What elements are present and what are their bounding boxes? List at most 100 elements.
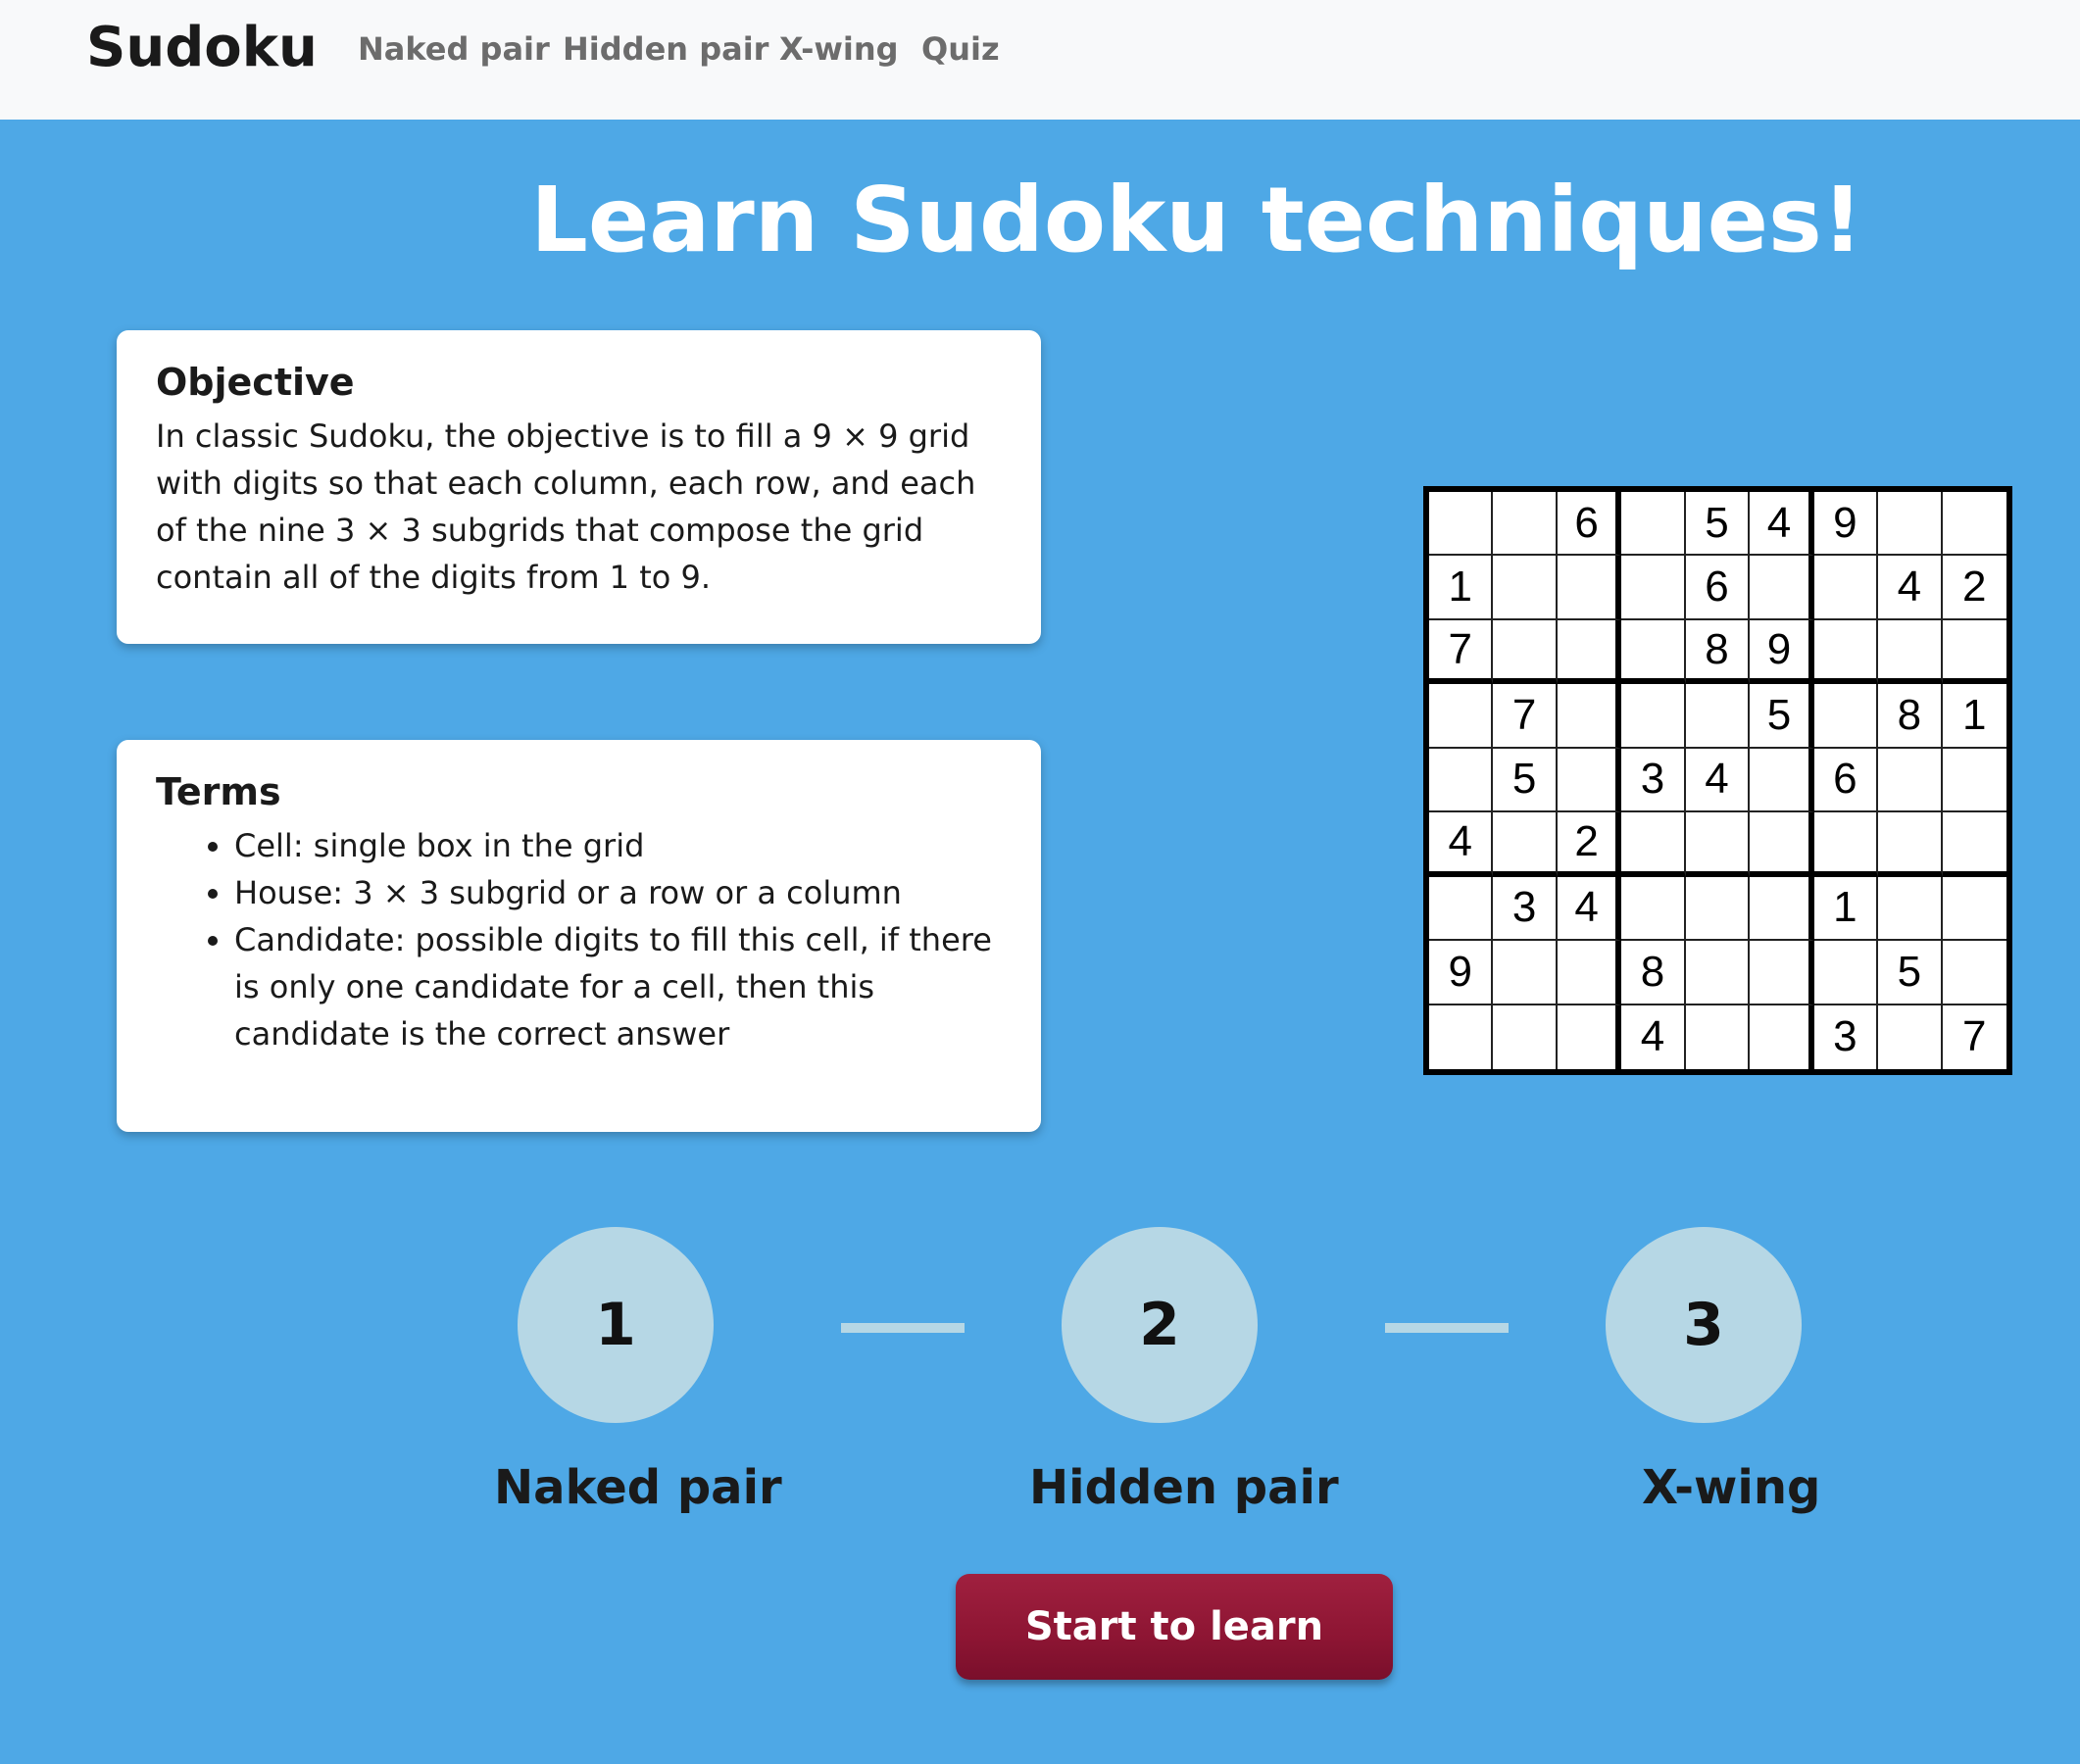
sudoku-cell[interactable] <box>1429 1004 1494 1069</box>
sudoku-cell[interactable] <box>1750 556 1814 620</box>
sudoku-cell[interactable]: 6 <box>1813 748 1879 813</box>
sudoku-cell[interactable]: 5 <box>1750 684 1814 749</box>
objective-card: Objective In classic Sudoku, the objecti… <box>117 330 1041 644</box>
sudoku-cell[interactable]: 8 <box>1621 941 1686 1005</box>
sudoku-cell[interactable] <box>1621 492 1686 557</box>
sudoku-cell[interactable] <box>1942 749 2006 813</box>
sudoku-cell[interactable] <box>1942 941 2006 1005</box>
terms-title: Terms <box>156 770 281 813</box>
sudoku-cell[interactable]: 9 <box>1429 941 1494 1005</box>
sudoku-cell[interactable] <box>1750 1004 1814 1069</box>
sudoku-cell[interactable]: 5 <box>1493 748 1558 813</box>
step-connector <box>1385 1323 1509 1333</box>
step-1-label: Naked pair <box>494 1460 782 1515</box>
brand-logo[interactable]: Sudoku <box>86 14 318 82</box>
sudoku-cell[interactable] <box>1557 748 1622 813</box>
sudoku-cell[interactable]: 2 <box>1557 812 1622 877</box>
sudoku-cell[interactable] <box>1429 748 1494 813</box>
sudoku-cell[interactable]: 7 <box>1943 1005 2006 1069</box>
sudoku-cell[interactable] <box>1557 684 1622 749</box>
sudoku-cell[interactable]: 4 <box>1685 748 1751 813</box>
sudoku-cell[interactable] <box>1685 812 1751 877</box>
sudoku-cell[interactable] <box>1558 1004 1622 1069</box>
sudoku-cell[interactable]: 4 <box>1750 492 1814 557</box>
sudoku-cell[interactable] <box>1557 556 1622 620</box>
step-2-label: Hidden pair <box>1029 1460 1339 1515</box>
nav-link-hidden-pair[interactable]: Hidden pair <box>563 29 768 69</box>
sudoku-cell[interactable] <box>1878 812 1943 877</box>
sudoku-cell[interactable] <box>1878 876 1943 942</box>
objective-text: In classic Sudoku, the objective is to f… <box>156 417 976 596</box>
step-3-circle[interactable]: 3 <box>1606 1227 1802 1423</box>
nav-link-x-wing[interactable]: X-wing <box>779 29 899 69</box>
sudoku-cell[interactable]: 7 <box>1429 619 1494 685</box>
sudoku-cell[interactable] <box>1942 620 2006 685</box>
sudoku-cell[interactable]: 5 <box>1878 941 1943 1005</box>
sudoku-cell[interactable] <box>1621 812 1686 877</box>
sudoku-cell[interactable]: 8 <box>1685 619 1751 685</box>
sudoku-cell[interactable] <box>1942 492 2006 557</box>
start-to-learn-button[interactable]: Start to learn <box>956 1574 1393 1680</box>
sudoku-cell[interactable] <box>1685 941 1751 1005</box>
step-2-circle[interactable]: 2 <box>1062 1227 1258 1423</box>
sudoku-cell[interactable] <box>1429 876 1494 942</box>
sudoku-cell[interactable] <box>1750 812 1814 877</box>
sudoku-cell[interactable] <box>1429 492 1494 557</box>
sudoku-cell[interactable] <box>1878 619 1943 685</box>
sudoku-cell[interactable]: 4 <box>1878 556 1943 620</box>
sudoku-cell[interactable]: 1 <box>1942 684 2006 749</box>
sudoku-cell[interactable] <box>1878 492 1943 557</box>
sudoku-cell[interactable]: 8 <box>1878 684 1943 749</box>
sudoku-cell[interactable] <box>1493 941 1558 1005</box>
sudoku-cell[interactable]: 4 <box>1429 812 1494 877</box>
sudoku-cell[interactable] <box>1493 812 1558 877</box>
sudoku-cell[interactable] <box>1750 941 1814 1005</box>
sudoku-cell[interactable]: 3 <box>1814 1004 1879 1069</box>
sudoku-cell[interactable]: 2 <box>1942 556 2006 620</box>
top-navbar: Sudoku Naked pair Hidden pair X-wing Qui… <box>0 0 2080 120</box>
sudoku-cell[interactable]: 6 <box>1685 556 1751 620</box>
sudoku-cell[interactable] <box>1750 876 1814 942</box>
sudoku-cell[interactable] <box>1685 684 1751 749</box>
sudoku-cell[interactable]: 1 <box>1813 876 1879 942</box>
sudoku-cell[interactable] <box>1813 812 1879 877</box>
term-item-cell: Cell: single box in the grid <box>234 822 1002 869</box>
sudoku-cell[interactable]: 3 <box>1493 876 1558 942</box>
sudoku-cell[interactable] <box>1813 941 1879 1005</box>
sudoku-cell[interactable] <box>1813 684 1879 749</box>
sudoku-cell[interactable] <box>1942 812 2006 877</box>
sudoku-cell[interactable] <box>1493 556 1558 620</box>
sudoku-cell[interactable]: 3 <box>1621 748 1686 813</box>
sudoku-cell[interactable] <box>1557 619 1622 685</box>
sudoku-cell[interactable] <box>1557 941 1622 1005</box>
sudoku-cell[interactable]: 6 <box>1557 492 1622 557</box>
sudoku-cell[interactable] <box>1621 876 1686 942</box>
sudoku-cell[interactable] <box>1942 877 2006 942</box>
sudoku-cell[interactable] <box>1750 748 1814 813</box>
sudoku-cell[interactable] <box>1878 1004 1943 1069</box>
nav-link-naked-pair[interactable]: Naked pair <box>358 29 550 69</box>
sudoku-cell[interactable]: 9 <box>1813 492 1879 557</box>
sudoku-cell[interactable] <box>1878 748 1943 813</box>
sudoku-cell[interactable] <box>1813 619 1879 685</box>
sudoku-cell[interactable]: 1 <box>1429 556 1494 620</box>
step-connector <box>841 1323 965 1333</box>
step-1-circle[interactable]: 1 <box>518 1227 714 1423</box>
step-3-label: X-wing <box>1642 1460 1821 1515</box>
sudoku-cell[interactable] <box>1621 684 1686 749</box>
sudoku-cell[interactable]: 4 <box>1621 1004 1686 1069</box>
sudoku-cell[interactable] <box>1493 492 1558 557</box>
sudoku-cell[interactable] <box>1493 1004 1558 1069</box>
sudoku-cell[interactable] <box>1429 684 1494 749</box>
nav-link-quiz[interactable]: Quiz <box>921 29 1000 69</box>
sudoku-cell[interactable] <box>1685 876 1751 942</box>
sudoku-cell[interactable] <box>1621 619 1686 685</box>
sudoku-cell[interactable]: 4 <box>1557 876 1622 942</box>
sudoku-cell[interactable] <box>1493 619 1558 685</box>
sudoku-cell[interactable]: 7 <box>1493 684 1558 749</box>
sudoku-cell[interactable]: 9 <box>1750 619 1814 685</box>
sudoku-cell[interactable] <box>1621 556 1686 620</box>
sudoku-cell[interactable] <box>1686 1004 1751 1069</box>
sudoku-cell[interactable]: 5 <box>1685 492 1751 557</box>
sudoku-cell[interactable] <box>1813 556 1879 620</box>
